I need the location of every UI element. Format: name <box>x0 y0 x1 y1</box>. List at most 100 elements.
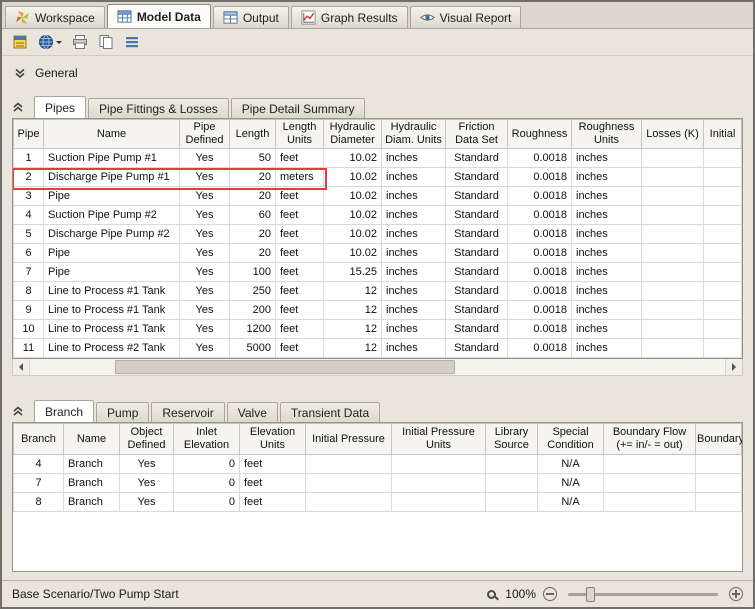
table-cell[interactable]: 0.0018 <box>507 338 572 358</box>
scroll-left-button[interactable] <box>13 359 30 375</box>
print-button[interactable] <box>71 33 89 51</box>
column-header[interactable]: Roughness <box>507 119 572 149</box>
tab-valve[interactable]: Valve <box>226 402 278 422</box>
table-cell[interactable]: 60 <box>229 205 276 225</box>
table-cell[interactable]: 0.0018 <box>507 205 572 225</box>
tab-transient-data[interactable]: Transient Data <box>279 402 381 422</box>
table-cell[interactable] <box>703 205 742 225</box>
table-cell[interactable] <box>641 205 704 225</box>
table-cell[interactable]: inches <box>381 300 446 320</box>
column-header[interactable]: Length <box>229 119 276 149</box>
table-cell[interactable]: 10.02 <box>323 224 382 244</box>
notes-list-button[interactable] <box>123 33 141 51</box>
column-header[interactable]: Inlet Elevation <box>173 423 240 455</box>
table-cell[interactable]: Yes <box>179 319 230 339</box>
table-cell[interactable]: 10.02 <box>323 148 382 168</box>
table-cell[interactable]: N/A <box>537 473 604 493</box>
table-cell[interactable]: inches <box>381 319 446 339</box>
table-cell[interactable]: feet <box>275 186 324 206</box>
table-cell[interactable]: 4 <box>13 205 44 225</box>
table-cell[interactable]: 100 <box>229 262 276 282</box>
table-cell[interactable]: Discharge Pipe Pump #1 <box>43 167 180 187</box>
table-cell[interactable]: 0.0018 <box>507 300 572 320</box>
table-cell[interactable]: 1 <box>13 148 44 168</box>
table-cell[interactable] <box>641 281 704 301</box>
table-cell[interactable]: Yes <box>119 473 174 493</box>
table-cell[interactable]: Standard <box>445 243 508 263</box>
table-cell[interactable] <box>305 473 392 493</box>
table-cell[interactable] <box>703 186 742 206</box>
table-cell[interactable]: Pipe <box>43 243 180 263</box>
table-cell[interactable] <box>391 492 486 512</box>
zoom-out-button[interactable] <box>543 587 557 601</box>
table-cell[interactable]: Yes <box>179 224 230 244</box>
table-cell[interactable]: Pipe <box>43 262 180 282</box>
table-cell[interactable]: inches <box>571 300 642 320</box>
table-cell[interactable]: Branch <box>63 492 120 512</box>
column-header[interactable]: Boundary Flow (+= in/- = out) <box>603 423 696 455</box>
table-cell[interactable]: Suction Pipe Pump #1 <box>43 148 180 168</box>
table-cell[interactable]: inches <box>381 224 446 244</box>
table-cell[interactable]: 0.0018 <box>507 262 572 282</box>
table-cell[interactable]: 0.0018 <box>507 167 572 187</box>
table-cell[interactable]: N/A <box>537 492 604 512</box>
scrollbar-track[interactable] <box>30 359 725 375</box>
table-cell[interactable]: Pipe <box>43 186 180 206</box>
table-cell[interactable]: feet <box>275 243 324 263</box>
table-cell[interactable]: Branch <box>63 454 120 474</box>
table-cell[interactable]: inches <box>381 205 446 225</box>
table-cell[interactable]: inches <box>571 205 642 225</box>
table-cell[interactable]: feet <box>275 262 324 282</box>
column-header[interactable]: Object Defined <box>119 423 174 455</box>
table-cell[interactable]: Yes <box>119 492 174 512</box>
table-cell[interactable]: 10.02 <box>323 167 382 187</box>
tab-branch[interactable]: Branch <box>34 400 95 422</box>
table-cell[interactable] <box>485 473 538 493</box>
table-cell[interactable]: Line to Process #1 Tank <box>43 300 180 320</box>
table-cell[interactable]: feet <box>239 492 306 512</box>
zoom-in-button[interactable] <box>729 587 743 601</box>
table-cell[interactable] <box>485 492 538 512</box>
table-cell[interactable] <box>695 492 742 512</box>
table-cell[interactable] <box>703 300 742 320</box>
table-cell[interactable]: feet <box>275 205 324 225</box>
table-cell[interactable]: 5 <box>13 224 44 244</box>
table-cell[interactable] <box>703 224 742 244</box>
column-header[interactable]: Special Condition <box>537 423 604 455</box>
table-cell[interactable] <box>305 492 392 512</box>
table-cell[interactable]: 2 <box>13 167 44 187</box>
table-cell[interactable]: 200 <box>229 300 276 320</box>
table-cell[interactable]: 12 <box>323 319 382 339</box>
table-cell[interactable]: Suction Pipe Pump #2 <box>43 205 180 225</box>
table-cell[interactable]: Standard <box>445 186 508 206</box>
table-cell[interactable]: Discharge Pipe Pump #2 <box>43 224 180 244</box>
table-cell[interactable] <box>641 186 704 206</box>
scroll-right-button[interactable] <box>725 359 742 375</box>
table-cell[interactable]: inches <box>381 262 446 282</box>
table-cell[interactable]: 20 <box>229 243 276 263</box>
table-cell[interactable]: 11 <box>13 338 44 358</box>
table-cell[interactable]: inches <box>571 186 642 206</box>
table-cell[interactable]: inches <box>571 148 642 168</box>
table-cell[interactable]: 12 <box>323 281 382 301</box>
model-data-settings-button[interactable] <box>11 33 29 51</box>
table-cell[interactable] <box>485 454 538 474</box>
table-cell[interactable] <box>641 148 704 168</box>
table-cell[interactable]: 20 <box>229 167 276 187</box>
table-cell[interactable] <box>603 473 696 493</box>
table-cell[interactable]: 0.0018 <box>507 186 572 206</box>
table-cell[interactable]: feet <box>275 319 324 339</box>
table-cell[interactable]: 10 <box>13 319 44 339</box>
table-cell[interactable] <box>603 454 696 474</box>
column-header[interactable]: Hydraulic Diam. Units <box>381 119 446 149</box>
table-cell[interactable]: Line to Process #1 Tank <box>43 319 180 339</box>
table-cell[interactable]: Yes <box>179 148 230 168</box>
table-cell[interactable]: 9 <box>13 300 44 320</box>
table-cell[interactable]: meters <box>275 167 324 187</box>
table-cell[interactable] <box>641 243 704 263</box>
table-cell[interactable] <box>695 454 742 474</box>
column-header[interactable]: Losses (K) <box>641 119 704 149</box>
column-header[interactable]: Length Units <box>275 119 324 149</box>
table-cell[interactable]: 50 <box>229 148 276 168</box>
table-cell[interactable] <box>305 454 392 474</box>
